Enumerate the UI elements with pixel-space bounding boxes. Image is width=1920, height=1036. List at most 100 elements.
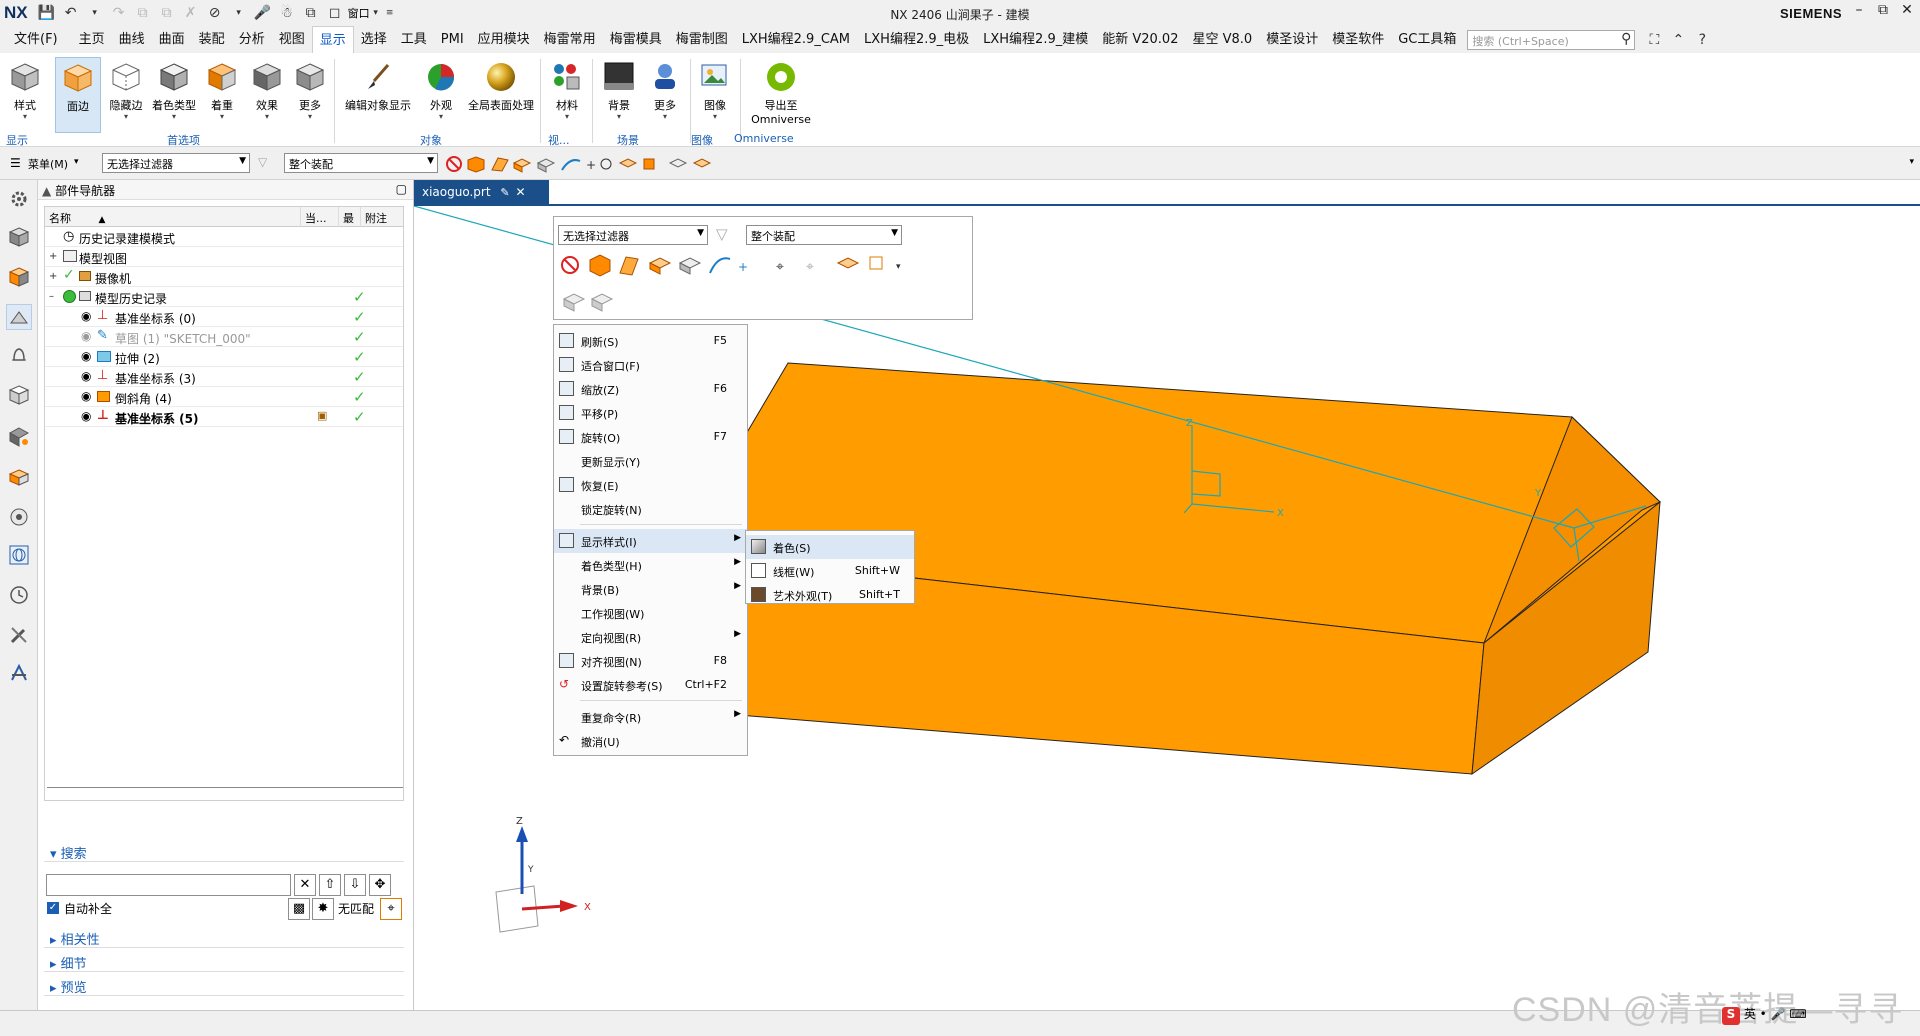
save-icon[interactable]: 💾 xyxy=(36,3,58,23)
face-icon[interactable] xyxy=(491,157,509,172)
navigator-maximize-icon[interactable]: ▢ xyxy=(396,182,407,196)
export-omniverse-button[interactable]: 导出至 Omniverse xyxy=(746,57,816,133)
popup-snap-icon[interactable]: ⌖ xyxy=(776,259,784,275)
ime-indicator[interactable]: S 英 • 🎤 ⌨ xyxy=(1722,1005,1807,1025)
tab-file[interactable]: 文件(F) xyxy=(0,26,72,53)
expand-icon[interactable]: + xyxy=(49,251,57,262)
menu-dropdown-icon[interactable]: ▾ xyxy=(74,157,79,167)
hamburger-icon[interactable]: ☰ xyxy=(10,156,21,170)
popup-scope-combo[interactable]: 整个装配 ▼ xyxy=(746,225,902,245)
tab-tools[interactable]: 工具 xyxy=(394,26,434,53)
group-view[interactable]: 视... xyxy=(548,132,570,147)
ime-keyboard-icon[interactable]: ⌨ xyxy=(1789,1007,1806,1021)
group-omniverse[interactable]: Omniverse xyxy=(734,132,794,146)
selection-scope-combo[interactable]: 整个装配 ▼ xyxy=(284,153,438,173)
menu-set-rotation-ref[interactable]: ↺ 设置旋转参考(S) Ctrl+F2 xyxy=(554,673,747,697)
tab-pmi[interactable]: PMI xyxy=(434,26,471,53)
col-notes[interactable]: 附注 xyxy=(361,207,403,227)
navigator-search-input[interactable] xyxy=(46,874,291,896)
component-select-icon[interactable] xyxy=(643,158,655,170)
body-select-icon[interactable] xyxy=(668,158,688,168)
global-surface-finish-button[interactable]: 全局表面处理 xyxy=(466,57,536,133)
close-tab-icon[interactable]: ✕ xyxy=(515,185,525,199)
pin-icon[interactable]: ✎ xyxy=(500,186,509,199)
tree-row-model-views[interactable]: + 模型视图 xyxy=(45,247,403,267)
collapse-icon[interactable]: – xyxy=(49,291,54,302)
globe-icon[interactable] xyxy=(6,542,32,568)
materials-button[interactable]: 材料 ▾ xyxy=(544,57,590,133)
section-details[interactable]: ▸ 细节 xyxy=(44,950,404,972)
history-icon[interactable] xyxy=(6,504,32,530)
assembly-navigator-icon[interactable] xyxy=(6,224,32,250)
menu-display-style[interactable]: 显示样式(I) ▶ xyxy=(554,529,747,553)
menu-fit[interactable]: 适合窗口(F) xyxy=(554,353,747,377)
solid-body-icon[interactable] xyxy=(467,156,485,173)
tree-hscroll[interactable] xyxy=(47,787,403,795)
search-down-button[interactable]: ⇩ xyxy=(344,874,366,896)
ime-mic-icon[interactable]: 🎤 xyxy=(1771,1007,1786,1021)
tab-meilei-common[interactable]: 梅雷常用 xyxy=(537,26,603,53)
menu-button[interactable]: 菜单(M) xyxy=(28,156,68,172)
tab-assembly[interactable]: 装配 xyxy=(192,26,232,53)
search-icon[interactable]: ⚲ xyxy=(1621,31,1631,47)
switch-window-icon[interactable]: ⧉ xyxy=(300,3,322,23)
menu-refresh[interactable]: 刷新(S) F5 xyxy=(554,329,747,353)
eye-icon[interactable]: ◉ xyxy=(81,409,91,423)
tab-select[interactable]: 选择 xyxy=(354,26,394,53)
image-button[interactable]: 图像 ▾ xyxy=(692,57,738,133)
group-image[interactable]: 图像 xyxy=(691,132,713,147)
style-button[interactable]: 样式 ▾ xyxy=(2,57,48,133)
document-tab[interactable]: xiaoguo.prt ✎ ✕ xyxy=(414,180,549,204)
hd3d-tools-icon[interactable] xyxy=(6,424,32,450)
edit-object-display-button[interactable]: 编辑对象显示 xyxy=(340,57,416,133)
reuse-library-icon[interactable] xyxy=(6,382,32,408)
tab-xingkong[interactable]: 星空 V8.0 xyxy=(1185,26,1259,53)
point-snap-icon[interactable]: + xyxy=(586,158,596,172)
tab-view[interactable]: 视图 xyxy=(272,26,312,53)
tools-icon[interactable] xyxy=(6,622,32,648)
tab-applications[interactable]: 应用模块 xyxy=(471,26,537,53)
eye-icon[interactable]: ◉ xyxy=(81,309,91,323)
tab-mosheng-design[interactable]: 模圣设计 xyxy=(1259,26,1325,53)
search-target-button[interactable]: ⌖ xyxy=(380,898,402,920)
popup-face-icon[interactable] xyxy=(619,256,639,276)
tab-mosheng-software[interactable]: 模圣软件 xyxy=(1325,26,1391,53)
section-preview[interactable]: ▸ 预览 xyxy=(44,974,404,996)
restore-button[interactable]: ⧉ xyxy=(1872,2,1894,22)
search-options-button[interactable]: ✥ xyxy=(369,874,391,896)
window-menu[interactable]: 窗口 xyxy=(348,5,370,21)
touch-mode-icon[interactable]: ☃ xyxy=(276,3,298,23)
popup-curve-icon[interactable] xyxy=(709,257,731,274)
selbar-overflow-icon[interactable]: ▾ xyxy=(1909,157,1914,167)
command-search-input[interactable]: 搜索 (Ctrl+Space) ⚲ xyxy=(1467,29,1636,50)
shading-type-button[interactable]: 着色类型 ▾ xyxy=(151,57,197,133)
tab-gc-toolbox[interactable]: GC工具箱 xyxy=(1391,26,1463,53)
stop-dropdown-icon[interactable]: ▾ xyxy=(228,3,250,23)
col-current[interactable]: 当... xyxy=(301,207,339,227)
window-icon[interactable]: ◻ xyxy=(324,3,346,23)
ime-punct-icon[interactable]: • xyxy=(1760,1007,1767,1021)
popup-filter-combo[interactable]: 无选择过滤器 ▼ xyxy=(558,225,708,245)
emphasis-button[interactable]: 着重 ▾ xyxy=(199,57,245,133)
menu-shading-type[interactable]: 着色类型(H) ▶ xyxy=(554,553,747,577)
menu-zoom[interactable]: 缩放(Z) F6 xyxy=(554,377,747,401)
tree-row-extrude-2[interactable]: ◉ 拉伸 (2) ✓ xyxy=(45,347,403,367)
effects-button[interactable]: 效果 ▾ xyxy=(244,57,290,133)
window-dropdown-icon[interactable]: ▾ xyxy=(370,3,382,23)
background-button[interactable]: 背景 ▾ xyxy=(596,57,642,133)
help-icon[interactable]: ? xyxy=(1691,30,1713,50)
microphone-icon[interactable]: 🎤 xyxy=(252,3,274,23)
search-up-button[interactable]: ⇧ xyxy=(319,874,341,896)
menu-rotate[interactable]: 旋转(O) F7 xyxy=(554,425,747,449)
tab-meilei-drafting[interactable]: 梅雷制图 xyxy=(669,26,735,53)
minimize-button[interactable]: – xyxy=(1848,2,1870,22)
menu-align-view[interactable]: 对齐视图(N) F8 xyxy=(554,649,747,673)
tree-row-datum-0[interactable]: ◉ ⊥ 基准坐标系 (0) ✓ xyxy=(45,307,403,327)
expand-icon[interactable]: + xyxy=(49,271,57,282)
undo-icon[interactable]: ↶ xyxy=(60,3,82,23)
hidden-edges-button[interactable]: 隐藏边 ▾ xyxy=(103,57,149,133)
autocomplete-checkbox[interactable]: ✓ xyxy=(47,902,59,914)
customize-qat-icon[interactable]: ≡ xyxy=(384,3,396,23)
constraint-navigator-icon[interactable] xyxy=(6,264,32,290)
sheet-select-icon[interactable] xyxy=(692,158,712,168)
